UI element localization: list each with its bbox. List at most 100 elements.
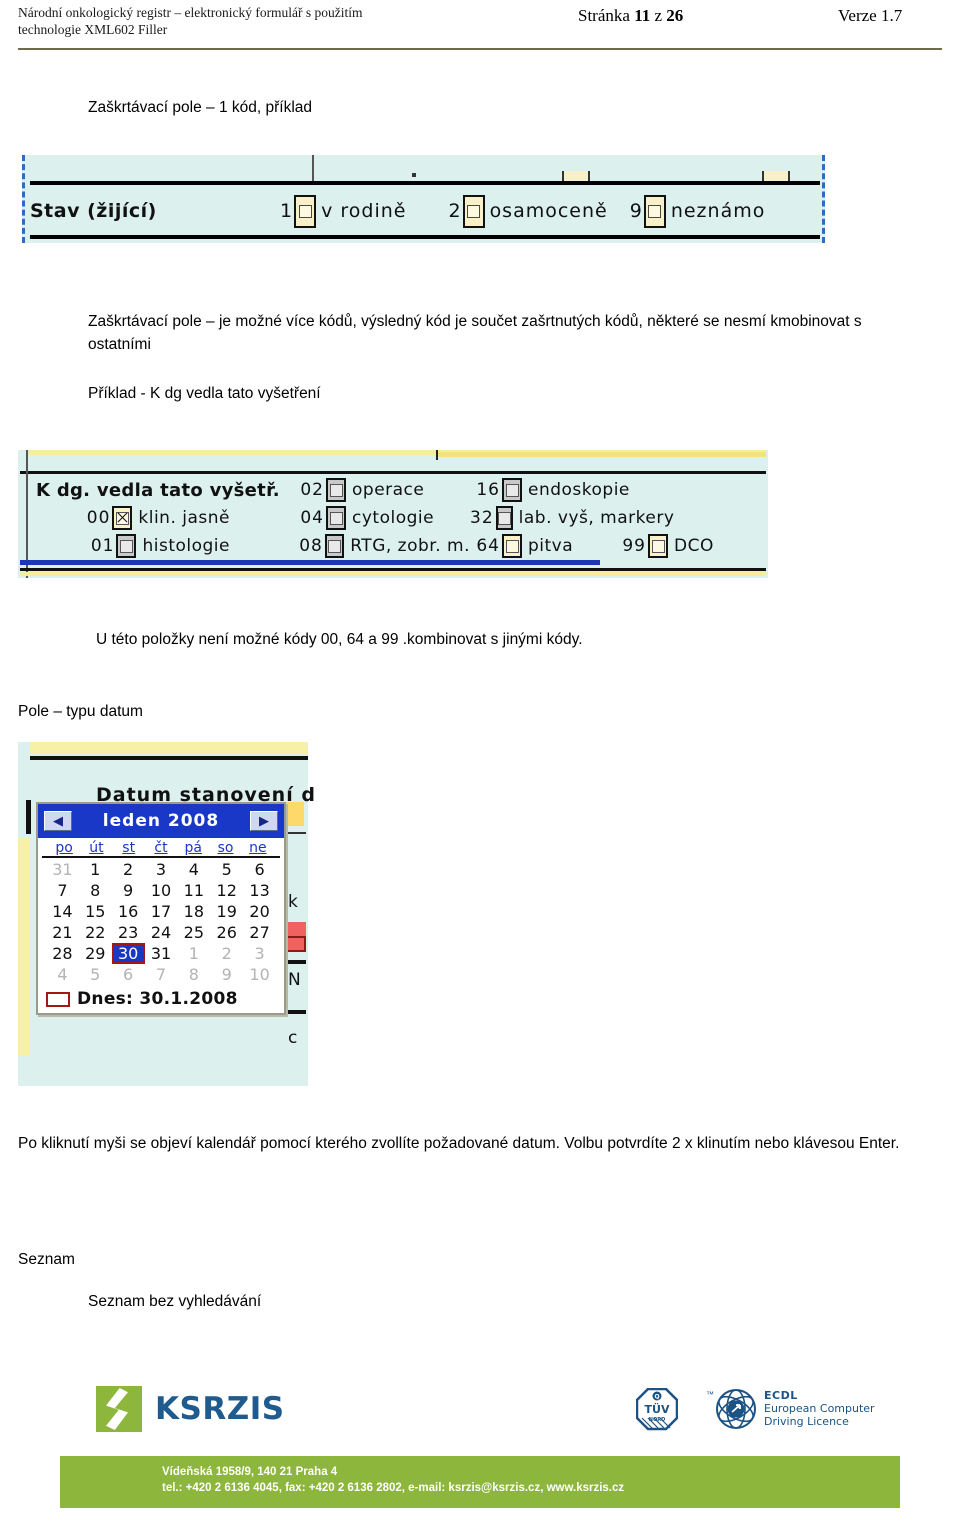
kdg-option-08-checkbox[interactable] [324, 534, 345, 558]
kdg-option-00-checkbox[interactable] [112, 506, 133, 530]
calendar-day[interactable]: 20 [243, 901, 276, 922]
stav-option-1-label: v rodině [321, 200, 407, 222]
calendar-day[interactable]: 2 [210, 943, 243, 964]
kdg-option-04-label: cytologie [352, 508, 435, 528]
calendar-day[interactable]: 17 [145, 901, 178, 922]
calendar-day[interactable]: 7 [145, 964, 178, 985]
kdg-option-02-checkbox[interactable] [326, 478, 346, 502]
calendar-day[interactable]: 3 [145, 859, 178, 880]
footer-address: Vídeňská 1958/9, 140 21 Praha 4 tel.: +4… [162, 1464, 624, 1496]
calendar-day[interactable]: 8 [177, 964, 210, 985]
kdg-option-01[interactable]: 01 histologie [36, 534, 294, 558]
calendar-popup[interactable]: ◀ leden 2008 ▶ po út st čt pá so ne 31 1 2… [36, 802, 286, 1015]
kdg-option-64-checkbox[interactable] [502, 534, 522, 558]
stav-option-2[interactable]: 2 osamoceně [448, 194, 607, 228]
page-prefix: Stránka [578, 6, 635, 25]
calendar-day[interactable]: 24 [145, 922, 178, 943]
calendar-today-label[interactable]: Dnes: 30.1.2008 [77, 989, 238, 1009]
calendar-day[interactable]: 8 [79, 880, 112, 901]
stav-option-1-checkbox[interactable] [294, 194, 317, 228]
kdg-option-99[interactable]: 99 DCO [616, 534, 714, 558]
calendar-day[interactable]: 9 [210, 964, 243, 985]
partial-text-c: c [288, 1028, 298, 1048]
stav-option-3-checkbox[interactable] [643, 194, 666, 228]
calendar-next-month-button[interactable]: ▶ [250, 811, 278, 831]
calendar-day[interactable]: 18 [177, 901, 210, 922]
paragraph-calendar-usage: Po kliknutí myši se objeví kalendář pomo… [18, 1135, 900, 1152]
calendar-day[interactable]: 3 [243, 943, 276, 964]
stav-option-2-checkbox[interactable] [462, 194, 485, 228]
calendar-day[interactable]: 27 [243, 922, 276, 943]
calendar-day[interactable]: 11 [177, 880, 210, 901]
kdg-option-32-checkbox[interactable] [495, 506, 513, 530]
header-title-line2: technologie XML602 Filler [18, 22, 168, 37]
heading-date-field: Pole – typu datum [18, 703, 143, 720]
calendar-day[interactable]: 28 [46, 943, 79, 964]
calendar-day[interactable]: 1 [79, 859, 112, 880]
svg-text:Q: Q [654, 1394, 659, 1401]
calendar-day[interactable]: 6 [243, 859, 276, 880]
kdg-grid: K dg. vedla tato vyšetř. 02 operace 16 e… [36, 476, 714, 560]
calendar-day[interactable]: 5 [210, 859, 243, 880]
calendar-day[interactable]: 22 [79, 922, 112, 943]
calendar-footer: Dnes: 30.1.2008 [38, 987, 284, 1013]
calendar-day[interactable]: 14 [46, 901, 79, 922]
calendar-month-year-label: leden 2008 [102, 811, 220, 831]
calendar-day[interactable]: 21 [46, 922, 79, 943]
kdg-option-64[interactable]: 64 pitva [470, 534, 590, 558]
kdg-option-02-code: 02 [300, 480, 324, 500]
kdg-option-99-checkbox[interactable] [648, 534, 668, 558]
calendar-day[interactable]: 13 [243, 880, 276, 901]
svg-text:TÜV: TÜV [645, 1402, 670, 1416]
partial-rule-2 [286, 960, 306, 964]
calendar-day[interactable]: 15 [79, 901, 112, 922]
kdg-option-08[interactable]: 08 RTG, zobr. m. [294, 534, 470, 558]
calendar-day-selected[interactable]: 30 [111, 943, 145, 964]
page-number: 11 [634, 6, 651, 25]
calendar-day[interactable]: 29 [79, 943, 112, 964]
calendar-day[interactable]: 12 [210, 880, 243, 901]
stav-option-1[interactable]: 1 v rodině [280, 194, 407, 228]
trademark-symbol: ™ [706, 1390, 714, 1399]
calendar-day[interactable]: 26 [210, 922, 243, 943]
calendar-day[interactable]: 4 [177, 859, 210, 880]
form-vertical-tick [436, 450, 438, 460]
calendar-day[interactable]: 5 [79, 964, 112, 985]
calendar-day[interactable]: 16 [112, 901, 145, 922]
kdg-option-16[interactable]: 16 endoskopie [470, 478, 670, 502]
calendar-day[interactable]: 23 [112, 922, 145, 943]
kdg-option-99-code: 99 [622, 536, 646, 556]
calendar-day[interactable]: 31 [46, 859, 79, 880]
calendar-day[interactable]: 6 [112, 964, 145, 985]
kdg-option-04-code: 04 [300, 508, 324, 528]
stav-option-3[interactable]: 9 neznámo [630, 194, 766, 228]
footer-address-line1: Vídeňská 1958/9, 140 21 Praha 4 [162, 1466, 338, 1478]
calendar-day[interactable]: 10 [145, 880, 178, 901]
calendar-day[interactable]: 9 [112, 880, 145, 901]
stav-row: Stav (žijící) 1 v rodině 2 osamoceně 9 n… [30, 189, 765, 233]
partial-text-n: N [288, 970, 301, 990]
calendar-day[interactable]: 31 [145, 943, 178, 964]
kdg-option-00[interactable]: 00 klin. jasně [36, 506, 294, 530]
calendar-day[interactable]: 2 [112, 859, 145, 880]
calendar-day[interactable]: 4 [46, 964, 79, 985]
ksrzis-logo: KSRZIS [96, 1386, 285, 1432]
calendar-day-name: st [122, 840, 136, 856]
calendar-day[interactable]: 19 [210, 901, 243, 922]
form-focus-underline [20, 560, 600, 565]
kdg-option-02[interactable]: 02 operace [294, 478, 470, 502]
kdg-option-04-checkbox[interactable] [326, 506, 346, 530]
kdg-option-16-checkbox[interactable] [502, 478, 522, 502]
header-page-indicator: Stránka 11 z 26 [578, 6, 683, 26]
calendar-date-grid[interactable]: 31 1 2 3 4 5 6 7 8 9 10 11 12 13 14 15 16 17 18 19 20 21 22 23 2… [38, 858, 284, 987]
kdg-option-32-code: 32 [470, 508, 494, 528]
kdg-option-04[interactable]: 04 cytologie [294, 506, 470, 530]
kdg-option-01-checkbox[interactable] [116, 534, 137, 558]
calendar-day[interactable]: 1 [177, 943, 210, 964]
calendar-prev-month-button[interactable]: ◀ [44, 811, 72, 831]
calendar-day[interactable]: 25 [177, 922, 210, 943]
calendar-day[interactable]: 7 [46, 880, 79, 901]
ecdl-globe-icon [715, 1388, 757, 1430]
kdg-option-32[interactable]: 32 lab. vyš, markery [470, 506, 674, 530]
calendar-day[interactable]: 10 [243, 964, 276, 985]
